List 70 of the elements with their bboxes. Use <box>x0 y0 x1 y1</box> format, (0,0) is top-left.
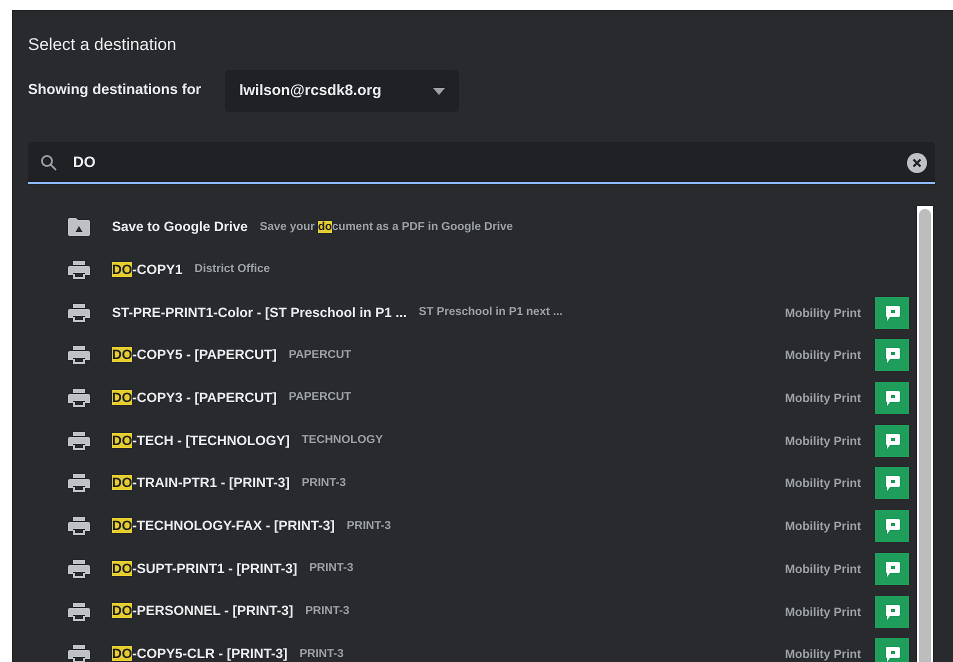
printer-icon <box>68 602 90 621</box>
destination-description: PRINT-3 <box>346 518 391 534</box>
speech-bubble-icon <box>875 552 909 585</box>
printer-icon <box>68 389 90 408</box>
destination-row[interactable]: DO-SUPT-PRINT1 - [PRINT-3] PRINT-3 Mobility Print <box>68 548 917 590</box>
destination-row[interactable]: DO-COPY3 - [PAPERCUT] PAPERCUT Mobility Print <box>68 376 917 420</box>
printer-icon <box>68 432 90 450</box>
provider-label: Mobility Print <box>785 646 861 662</box>
provider-label: Mobility Print <box>785 304 861 322</box>
account-dropdown[interactable]: lwilson@rcsdk8.org <box>225 70 460 112</box>
clear-icon[interactable] <box>907 153 927 173</box>
speech-bubble-icon <box>875 296 909 329</box>
printer-icon <box>68 261 90 280</box>
speech-bubble-icon <box>875 382 909 414</box>
scrollbar-thumb[interactable] <box>919 209 931 662</box>
speech-bubble-icon <box>875 467 909 500</box>
destination-name: DO-COPY5-CLR - [PRINT-3] <box>112 645 288 662</box>
destination-description: PAPERCUT <box>288 348 352 363</box>
printer-icon <box>68 517 90 536</box>
caret-icon <box>433 88 446 94</box>
destination-name: DO-COPY1 <box>112 260 183 279</box>
destination-description: Save your document as a PDF in Google Drive <box>260 220 513 235</box>
search-icon <box>40 154 58 172</box>
destination-description: ST Preschool in P1 next ... <box>418 305 563 320</box>
destination-name: DO-PERSONNEL - [PRINT-3] <box>112 602 294 620</box>
destination-name: DO-TECHNOLOGY-FAX - [PRINT-3] <box>112 517 335 536</box>
folder-icon <box>68 218 90 236</box>
destination-description: PAPERCUT <box>288 390 352 406</box>
destination-row[interactable]: DO-COPY1 District Office <box>68 248 917 292</box>
destination-name: DO-COPY3 - [PAPERCUT] <box>112 388 277 407</box>
scrollbar[interactable] <box>917 206 933 662</box>
provider-label: Mobility Print <box>785 604 861 621</box>
destination-row[interactable]: DO-TRAIN-PTR1 - [PRINT-3] PRINT-3 Mobility Print <box>68 462 917 505</box>
destination-row[interactable]: DO-COPY5 - [PAPERCUT] PAPERCUT Mobility Print <box>68 334 917 377</box>
destination-row[interactable]: ST-PRE-PRINT1-Color - [ST Preschool in P1 ... ST Preschool in P1 next ... Mobility Print <box>68 291 917 334</box>
destination-description: PRINT-3 <box>300 646 344 662</box>
speech-bubble-icon <box>875 638 909 662</box>
account-label: Showing destinations for <box>28 81 202 100</box>
destination-name: DO-SUPT-PRINT1 - [PRINT-3] <box>112 560 298 578</box>
destination-description: PRINT-3 <box>302 476 346 491</box>
speech-bubble-icon <box>875 596 909 628</box>
destination-description: PRINT-3 <box>309 561 354 576</box>
destination-row[interactable]: DO-TECH - [TECHNOLOGY] TECHNOLOGY Mobility Print <box>68 419 917 462</box>
destination-row[interactable]: DO-TECHNOLOGY-FAX - [PRINT-3] PRINT-3 Mobility Print <box>68 504 917 548</box>
printer-icon <box>68 346 90 364</box>
provider-label: Mobility Print <box>785 432 861 450</box>
provider-label: Mobility Print <box>785 518 861 536</box>
provider-label: Mobility Print <box>785 390 861 408</box>
destination-row[interactable]: DO-COPY5-CLR - [PRINT-3] PRINT-3 Mobility Print <box>68 632 917 662</box>
destination-name: ST-PRE-PRINT1-Color - [ST Preschool in P1 ... <box>112 304 407 322</box>
destination-row[interactable]: Save to Google Drive Save your document as a PDF in Google Drive <box>68 206 917 249</box>
dialog-title: Select a destination <box>28 34 178 56</box>
speech-bubble-icon <box>875 424 909 457</box>
provider-label: Mobility Print <box>785 475 861 492</box>
provider-label: Mobility Print <box>785 560 861 578</box>
destination-description: District Office <box>194 262 270 278</box>
printer-icon <box>68 560 90 578</box>
destination-name: DO-TRAIN-PTR1 - [PRINT-3] <box>112 474 290 492</box>
printer-icon <box>68 474 90 492</box>
provider-label: Mobility Print <box>785 347 861 364</box>
destination-name: Save to Google Drive <box>112 218 248 236</box>
search-field[interactable]: DO <box>28 142 935 184</box>
destination-description: TECHNOLOGY <box>302 433 383 448</box>
destination-name: DO-COPY5 - [PAPERCUT] <box>112 346 277 364</box>
destination-row[interactable]: DO-PERSONNEL - [PRINT-3] PRINT-3 Mobility Print <box>68 590 917 633</box>
speech-bubble-icon <box>875 510 909 542</box>
speech-bubble-icon <box>875 339 909 372</box>
destination-name: DO-TECH - [TECHNOLOGY] <box>112 432 290 450</box>
printer-icon <box>68 304 90 322</box>
destination-description: PRINT-3 <box>305 604 350 619</box>
